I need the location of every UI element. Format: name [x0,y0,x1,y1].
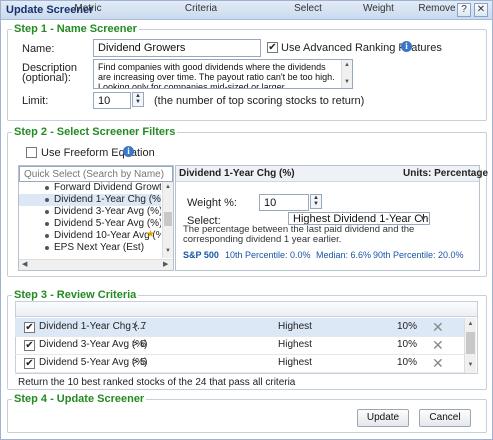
scroll-up-arrow-icon[interactable]: ▲ [163,184,173,190]
scroll-down-arrow-icon[interactable]: ▼ [163,248,173,254]
step4-section: Step 4 - Update Screener [7,393,487,433]
filter-list-item-label: Forward Dividend Growth [54,182,161,193]
bullet-icon [45,222,49,226]
criteria-select: Highest [278,339,312,350]
chevron-down-icon[interactable]: ▼ [419,213,427,224]
filter-list-item[interactable]: EPS Next Year (Est) [19,242,161,254]
spinner-down-icon[interactable]: ▼ [311,201,321,207]
criteria-select: Highest [278,357,312,368]
criteria-row-checkbox[interactable]: ✔ [24,358,35,369]
scroll-thumb[interactable] [164,212,172,226]
freeform-label: Use Freeform Equation [41,147,155,159]
star-icon[interactable]: ★ [146,229,155,240]
description-textarea[interactable]: Find companies with good dividends where… [93,59,353,89]
close-button[interactable]: ✕ [474,3,488,17]
filter-list-item-label: Dividend 5-Year Avg (%) [54,218,161,229]
column-header-select[interactable]: Select [278,1,338,16]
scroll-up-arrow-icon[interactable]: ▲ [342,62,352,68]
scroll-down-arrow-icon[interactable]: ▼ [342,79,352,85]
criteria-row-checkbox[interactable]: ✔ [24,322,35,333]
weight-input[interactable]: 10 [259,194,309,211]
filter-list-item[interactable]: Dividend 3-Year Avg (%) [19,206,161,218]
remove-icon[interactable]: ✕ [432,355,444,372]
bullet-icon [45,234,49,238]
advanced-info-icon[interactable]: i [401,41,412,52]
bullet-icon [45,210,49,214]
criteria-grid-scrollbar[interactable]: ▲ ▼ [464,318,476,373]
filter-list-item-label: Dividend 1-Year Chg (%) [54,194,161,205]
remove-icon[interactable]: ✕ [432,337,444,354]
criteria-row-checkbox[interactable]: ✔ [24,340,35,351]
filter-list-vscroll[interactable]: ▲ ▼ [162,182,173,258]
filter-list-item-label: Dividend 10-Year Avg (%) [54,230,161,241]
criteria-summary: Return the 10 best ranked stocks of the … [18,377,296,388]
units-label: Units: Percentage [403,168,489,179]
filter-list-item[interactable]: Forward Dividend Growth [19,182,161,194]
scroll-left-arrow-icon[interactable]: ◀ [22,260,27,268]
remove-icon[interactable]: ✕ [432,319,444,336]
limit-label: Limit: [22,95,49,107]
criteria-metric: Dividend 1-Year Chg (... [39,321,146,332]
filter-list-item[interactable]: Dividend 10-Year Avg (%) ★ [19,229,161,242]
column-header-criteria[interactable]: Criteria [146,1,256,16]
filter-list: Forward Dividend Growth Dividend 1-Year C… [19,182,161,258]
criteria-weight: 10% [397,321,418,332]
scroll-down-arrow-icon[interactable]: ▼ [465,362,476,368]
index-label: S&P 500 [183,250,219,260]
filter-list-item[interactable]: Dividend 5-Year Avg (%) [19,218,161,230]
criteria-weight: 10% [397,339,418,350]
filter-list-hscroll[interactable]: ◀ ▶ [19,259,173,270]
name-label: Name: [22,43,55,55]
column-header-metric[interactable]: Metric [43,1,133,16]
update-button[interactable]: Update [357,409,409,427]
description-scrollbar[interactable]: ▲ ▼ [341,60,352,88]
filter-list-item-label: Dividend 3-Year Avg (%) [54,206,161,217]
filter-detail-title: Dividend 1-Year Chg (%) [179,168,295,179]
criteria-row[interactable]: ✔ Dividend 1-Year Chg (... > 7 Highest 10% ✕ [15,318,464,337]
criteria-weight: 10% [397,357,418,368]
limit-spinner[interactable]: ▲ ▼ [132,92,144,107]
column-header-weight[interactable]: Weight [351,1,406,16]
criteria-condition: > 5 [132,357,147,368]
cancel-button[interactable]: Cancel [419,409,471,427]
limit-input[interactable]: 10 [93,92,131,109]
step4-legend: Step 4 - Update Screener [14,393,145,405]
criteria-row[interactable]: ✔ Dividend 3-Year Avg (%) > 6 Highest 10% ✕ [15,336,464,355]
freeform-checkbox[interactable] [26,147,37,158]
quick-select-input[interactable]: Quick Select (Search by Name) [19,166,173,182]
scroll-up-arrow-icon[interactable]: ▲ [465,321,476,327]
update-screener-dialog: Update Screener ? ✕ Step 1 - Name Screen… [0,0,493,440]
bullet-icon [45,198,49,202]
median-value: Median: 6.6% [316,250,372,260]
scroll-thumb[interactable] [466,332,475,354]
step2-legend: Step 2 - Select Screener Filters [14,126,176,138]
weight-spinner[interactable]: ▲ ▼ [310,194,322,209]
step3-legend: Step 3 - Review Criteria [14,289,137,301]
description-optional-label: (optional): [22,72,71,84]
filter-list-item[interactable]: Dividend 1-Year Chg (%) [19,194,161,206]
step1-legend: Step 1 - Name Screener [14,23,137,35]
percentile-10: 10th Percentile: 0.0% [225,250,311,260]
freeform-info-icon[interactable]: i [123,146,134,157]
criteria-grid-header [16,302,477,317]
advanced-ranking-label: Use Advanced Ranking Features [281,42,442,54]
scroll-right-arrow-icon[interactable]: ▶ [163,260,168,268]
percentile-90: 90th Percentile: 20.0% [373,250,464,260]
column-header-remove[interactable]: Remove [412,1,462,16]
name-input[interactable]: Dividend Growers [93,39,261,57]
criteria-row[interactable]: ✔ Dividend 5-Year Avg (%) > 5 Highest 10% ✕ [15,354,464,373]
criteria-condition: > 6 [132,339,147,350]
criteria-select: Highest [278,321,312,332]
weight-label: Weight %: [187,197,237,209]
filter-list-item-label: EPS Next Year (Est) [54,242,145,253]
filter-description: The percentage between the last paid div… [183,224,415,245]
limit-hint: (the number of top scoring stocks to ret… [154,95,365,107]
criteria-condition: > 7 [132,321,147,332]
spinner-down-icon[interactable]: ▼ [133,99,143,105]
advanced-ranking-checkbox[interactable]: ✔ [267,42,278,53]
bullet-icon [45,186,49,190]
bullet-icon [45,246,49,250]
